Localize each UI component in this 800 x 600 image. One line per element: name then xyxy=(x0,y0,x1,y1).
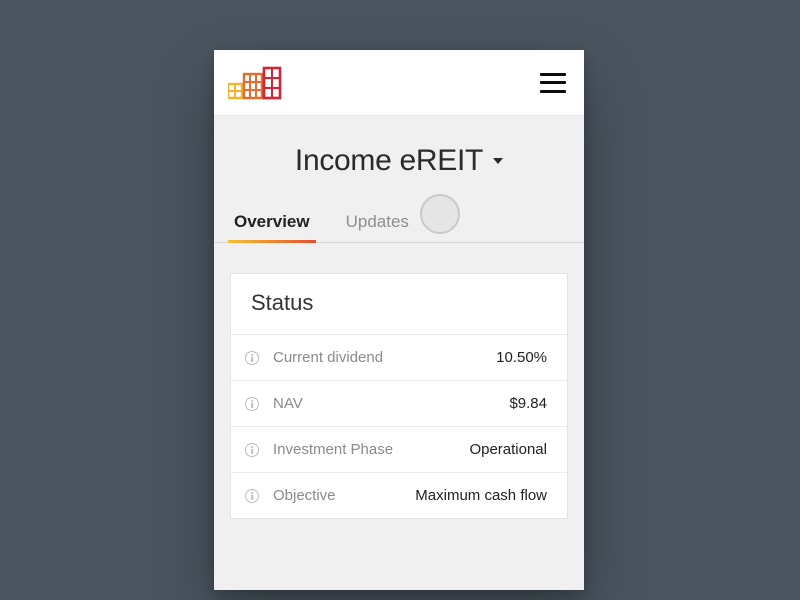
app-viewport: Income eREIT Overview Updates Status Cur… xyxy=(214,50,584,590)
status-value: Maximum cash flow xyxy=(415,487,547,504)
status-card: Status Current dividend 10.50% NAV $9.84… xyxy=(230,273,568,519)
status-row-dividend: Current dividend 10.50% xyxy=(231,335,567,381)
caret-down-icon xyxy=(493,158,503,164)
status-row-objective: Objective Maximum cash flow xyxy=(231,473,567,518)
status-label: NAV xyxy=(273,395,509,412)
app-logo[interactable] xyxy=(228,66,284,100)
status-row-nav: NAV $9.84 xyxy=(231,381,567,427)
status-value: Operational xyxy=(469,441,547,458)
status-label: Objective xyxy=(273,487,415,504)
hamburger-icon xyxy=(540,73,566,76)
fund-title: Income eREIT xyxy=(295,144,483,178)
tab-updates[interactable]: Updates xyxy=(342,204,413,242)
buildings-icon xyxy=(228,66,284,100)
info-icon[interactable] xyxy=(245,443,259,457)
info-icon[interactable] xyxy=(245,489,259,503)
info-icon[interactable] xyxy=(245,397,259,411)
fund-selector[interactable]: Income eREIT xyxy=(214,116,584,204)
info-icon[interactable] xyxy=(245,351,259,365)
status-value: 10.50% xyxy=(496,349,547,366)
menu-button[interactable] xyxy=(540,73,566,93)
tab-overview[interactable]: Overview xyxy=(230,204,314,242)
status-row-phase: Investment Phase Operational xyxy=(231,427,567,473)
status-label: Current dividend xyxy=(273,349,496,366)
navbar xyxy=(214,50,584,116)
status-label: Investment Phase xyxy=(273,441,469,458)
status-heading: Status xyxy=(231,274,567,335)
tab-bar: Overview Updates xyxy=(214,204,584,243)
status-value: $9.84 xyxy=(509,395,547,412)
